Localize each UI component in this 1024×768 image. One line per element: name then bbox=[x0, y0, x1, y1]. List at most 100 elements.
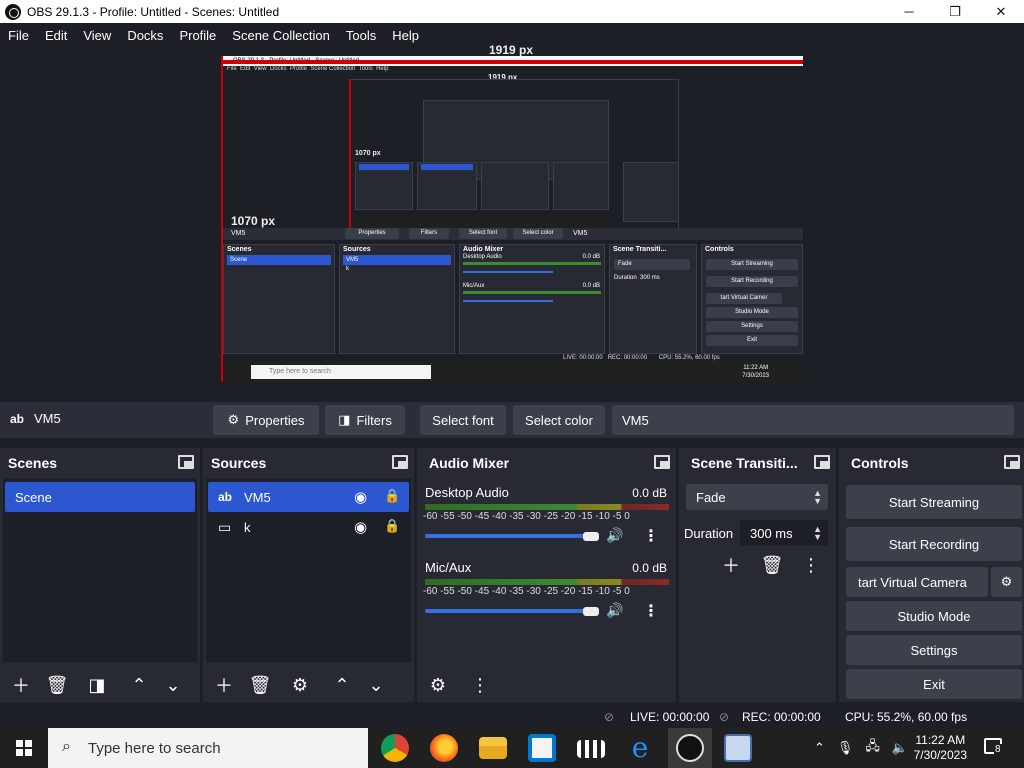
start-virtual-camera-button[interactable]: tart Virtual Camera bbox=[846, 567, 988, 597]
dock-float-icon[interactable] bbox=[654, 455, 670, 469]
minimize-button[interactable]: ─ bbox=[886, 0, 932, 23]
menu-profile[interactable]: Profile bbox=[171, 28, 224, 43]
clock-time: 11:22 AM bbox=[915, 733, 966, 747]
transition-menu-icon[interactable]: ⋮ bbox=[798, 552, 824, 578]
add-scene-icon[interactable]: ＋ bbox=[8, 672, 34, 698]
desktop-audio-menu-icon[interactable]: ⋮ bbox=[638, 523, 664, 549]
mic-aux-menu-icon[interactable]: ⋮ bbox=[638, 598, 664, 624]
network-icon[interactable]: 🖧 bbox=[865, 737, 880, 759]
nested-sources-dock: Sources VM5 k bbox=[339, 244, 455, 354]
menu-scene-collection[interactable]: Scene Collection bbox=[224, 28, 338, 43]
add-source-icon[interactable]: ＋ bbox=[211, 672, 237, 698]
clock-date: 7/30/2023 bbox=[913, 748, 967, 762]
dock-float-icon[interactable] bbox=[1004, 455, 1020, 469]
volume-icon[interactable]: 🔈 bbox=[892, 740, 908, 756]
chrome-icon[interactable] bbox=[381, 734, 409, 762]
eye-icon[interactable]: ◉ bbox=[354, 518, 367, 536]
menu-edit[interactable]: Edit bbox=[37, 28, 75, 43]
desktop-audio-ticks: -60 -55 -50 -45 -40 -35 -30 -25 -20 -15 … bbox=[423, 511, 630, 522]
virtual-camera-settings-button[interactable]: ⚙ bbox=[991, 567, 1022, 597]
notification-center-icon[interactable]: 8 bbox=[984, 738, 1004, 758]
remove-source-icon[interactable]: 🗑 bbox=[247, 672, 273, 698]
add-transition-icon[interactable]: ＋ bbox=[718, 552, 744, 578]
close-button[interactable]: ✕ bbox=[978, 0, 1024, 23]
menu-tools[interactable]: Tools bbox=[338, 28, 384, 43]
maximize-button[interactable]: ❐ bbox=[932, 0, 978, 23]
internet-explorer-icon[interactable]: e bbox=[626, 734, 654, 762]
menu-help[interactable]: Help bbox=[384, 28, 427, 43]
scene-item[interactable]: Scene bbox=[5, 482, 195, 512]
duration-spinbox[interactable]: 300 ms ▲ ▼ bbox=[740, 520, 828, 546]
selected-source-name: VM5 bbox=[34, 411, 61, 426]
start-streaming-button[interactable]: Start Streaming bbox=[846, 485, 1022, 519]
lock-icon[interactable]: 🔒 bbox=[384, 518, 400, 534]
windows-logo-icon bbox=[16, 740, 32, 756]
lock-icon[interactable]: 🔒 bbox=[384, 488, 400, 504]
microphone-icon[interactable]: 🎙 bbox=[837, 740, 854, 756]
filters-button[interactable]: ◨ Filters bbox=[325, 405, 405, 435]
move-up-icon[interactable]: ⌃ bbox=[329, 672, 355, 698]
settings-button[interactable]: Settings bbox=[846, 635, 1022, 665]
source-item[interactable]: ab VM5 ◉ 🔒 bbox=[208, 482, 409, 512]
remove-transition-icon[interactable]: 🗑 bbox=[759, 552, 785, 578]
start-button[interactable] bbox=[0, 728, 48, 768]
mixer-menu-icon[interactable]: ⋮ bbox=[467, 672, 493, 698]
dock-float-icon[interactable] bbox=[178, 455, 194, 469]
mic-aux-label: Mic/Aux bbox=[425, 560, 472, 575]
speaker-icon[interactable]: 🔊 bbox=[606, 527, 623, 544]
mic-aux-volume-knob[interactable] bbox=[583, 607, 599, 616]
width-guide-line bbox=[223, 60, 803, 64]
transition-select[interactable]: Fade ▲ ▼ bbox=[686, 484, 828, 510]
nested-mini-transitions bbox=[553, 162, 609, 210]
chevron-up-icon[interactable]: ⌃ bbox=[814, 740, 825, 756]
menu-docks[interactable]: Docks bbox=[119, 28, 171, 43]
taskbar-clock[interactable]: 11:22 AM 7/30/2023 bbox=[914, 733, 967, 763]
start-recording-button[interactable]: Start Recording bbox=[846, 527, 1022, 561]
studio-mode-button[interactable]: Studio Mode bbox=[846, 601, 1022, 631]
desktop-audio-label: Desktop Audio bbox=[425, 485, 509, 500]
text-source-icon: ab bbox=[218, 490, 233, 504]
desktop-audio-volume-slider[interactable] bbox=[425, 534, 595, 538]
obs-logo-icon bbox=[5, 3, 21, 20]
duration-label: Duration bbox=[684, 526, 734, 541]
mic-aux-volume-slider[interactable] bbox=[425, 609, 595, 613]
rec-status: REC: 00:00:00 bbox=[742, 710, 821, 724]
spin-arrows-icon: ▲ ▼ bbox=[813, 524, 822, 542]
scene-filters-icon[interactable]: ◨ bbox=[84, 672, 110, 698]
microsoft-store-icon[interactable] bbox=[528, 734, 556, 762]
advanced-audio-icon[interactable]: ⚙ bbox=[425, 672, 451, 698]
source-item[interactable]: ▭ k ◉ 🔒 bbox=[208, 512, 409, 542]
desktop-audio-volume-knob[interactable] bbox=[583, 532, 599, 541]
menu-file[interactable]: File bbox=[0, 28, 37, 43]
text-value-field[interactable]: VM5 bbox=[612, 405, 1014, 435]
menu-view[interactable]: View bbox=[75, 28, 119, 43]
properties-button[interactable]: ⚙ Properties bbox=[213, 405, 319, 435]
select-color-button[interactable]: Select color bbox=[513, 405, 605, 435]
eye-icon[interactable]: ◉ bbox=[354, 488, 367, 506]
obs-taskbar-icon[interactable] bbox=[676, 734, 704, 762]
taskbar-search[interactable]: ⌕ Type here to search bbox=[48, 728, 368, 768]
move-down-icon[interactable]: ⌄ bbox=[363, 672, 389, 698]
preview-width-label: 1919 px bbox=[489, 43, 534, 57]
scene-transitions-title: Scene Transiti... bbox=[691, 455, 798, 471]
dock-float-icon[interactable] bbox=[392, 455, 408, 469]
file-explorer-icon[interactable] bbox=[479, 737, 507, 759]
sources-title: Sources bbox=[211, 455, 267, 471]
audio-mixer-dock: Audio Mixer Desktop Audio 0.0 dB -60 -55… bbox=[417, 448, 676, 702]
speaker-icon[interactable]: 🔊 bbox=[606, 602, 623, 619]
remote-desktop-icon[interactable] bbox=[724, 734, 752, 762]
preview-canvas[interactable]: OBS 29.1.3 - Profile: Untitled - Scenes:… bbox=[221, 56, 803, 382]
move-up-icon[interactable]: ⌃ bbox=[126, 672, 152, 698]
desktop-audio-db: 0.0 dB bbox=[632, 486, 667, 500]
remove-scene-icon[interactable]: 🗑 bbox=[44, 672, 70, 698]
firefox-icon[interactable] bbox=[430, 734, 458, 762]
move-down-icon[interactable]: ⌄ bbox=[160, 672, 186, 698]
dock-float-icon[interactable] bbox=[814, 455, 830, 469]
scenes-title: Scenes bbox=[8, 455, 58, 471]
exit-button[interactable]: Exit bbox=[846, 669, 1022, 699]
no-stream-icon: ⊘ bbox=[604, 710, 615, 724]
controls-title: Controls bbox=[851, 455, 909, 471]
select-font-button[interactable]: Select font bbox=[420, 405, 506, 435]
clapperboard-icon[interactable] bbox=[577, 740, 605, 758]
source-properties-icon[interactable]: ⚙ bbox=[287, 672, 313, 698]
